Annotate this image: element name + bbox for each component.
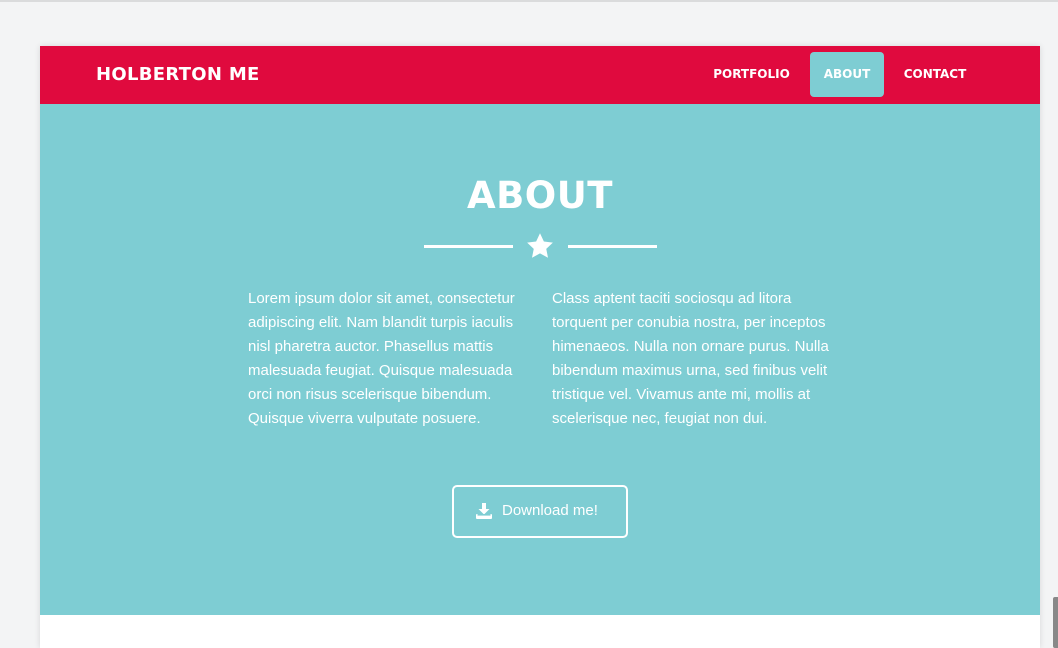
about-text-right: Class aptent taciti sociosqu ad litora t… [552,290,829,427]
nav-item-about[interactable]: ABOUT [810,52,884,97]
brand-logo-text[interactable]: HOLBERTON ME [96,63,260,87]
star-icon [527,233,553,258]
about-section: ABOUT Lorem ipsum dolor sit amet, consec… [40,104,1040,615]
download-button-label: Download me! [502,502,598,519]
divider-line-right [568,245,657,248]
page-frame: HOLBERTON ME PORTFOLIO ABOUT CONTACT ABO… [40,46,1040,648]
download-icon [476,503,492,519]
nav-item-contact[interactable]: CONTACT [892,52,978,97]
download-button[interactable]: Download me! [452,485,628,538]
section-title: ABOUT [466,174,614,217]
scrollbar-thumb[interactable] [1053,597,1058,648]
about-text-left: Lorem ipsum dolor sit amet, consectetur … [248,290,515,427]
window-top-border [0,0,1058,2]
navbar: HOLBERTON ME PORTFOLIO ABOUT CONTACT [40,46,1040,104]
divider-line-left [424,245,513,248]
nav-item-portfolio[interactable]: PORTFOLIO [704,52,799,97]
